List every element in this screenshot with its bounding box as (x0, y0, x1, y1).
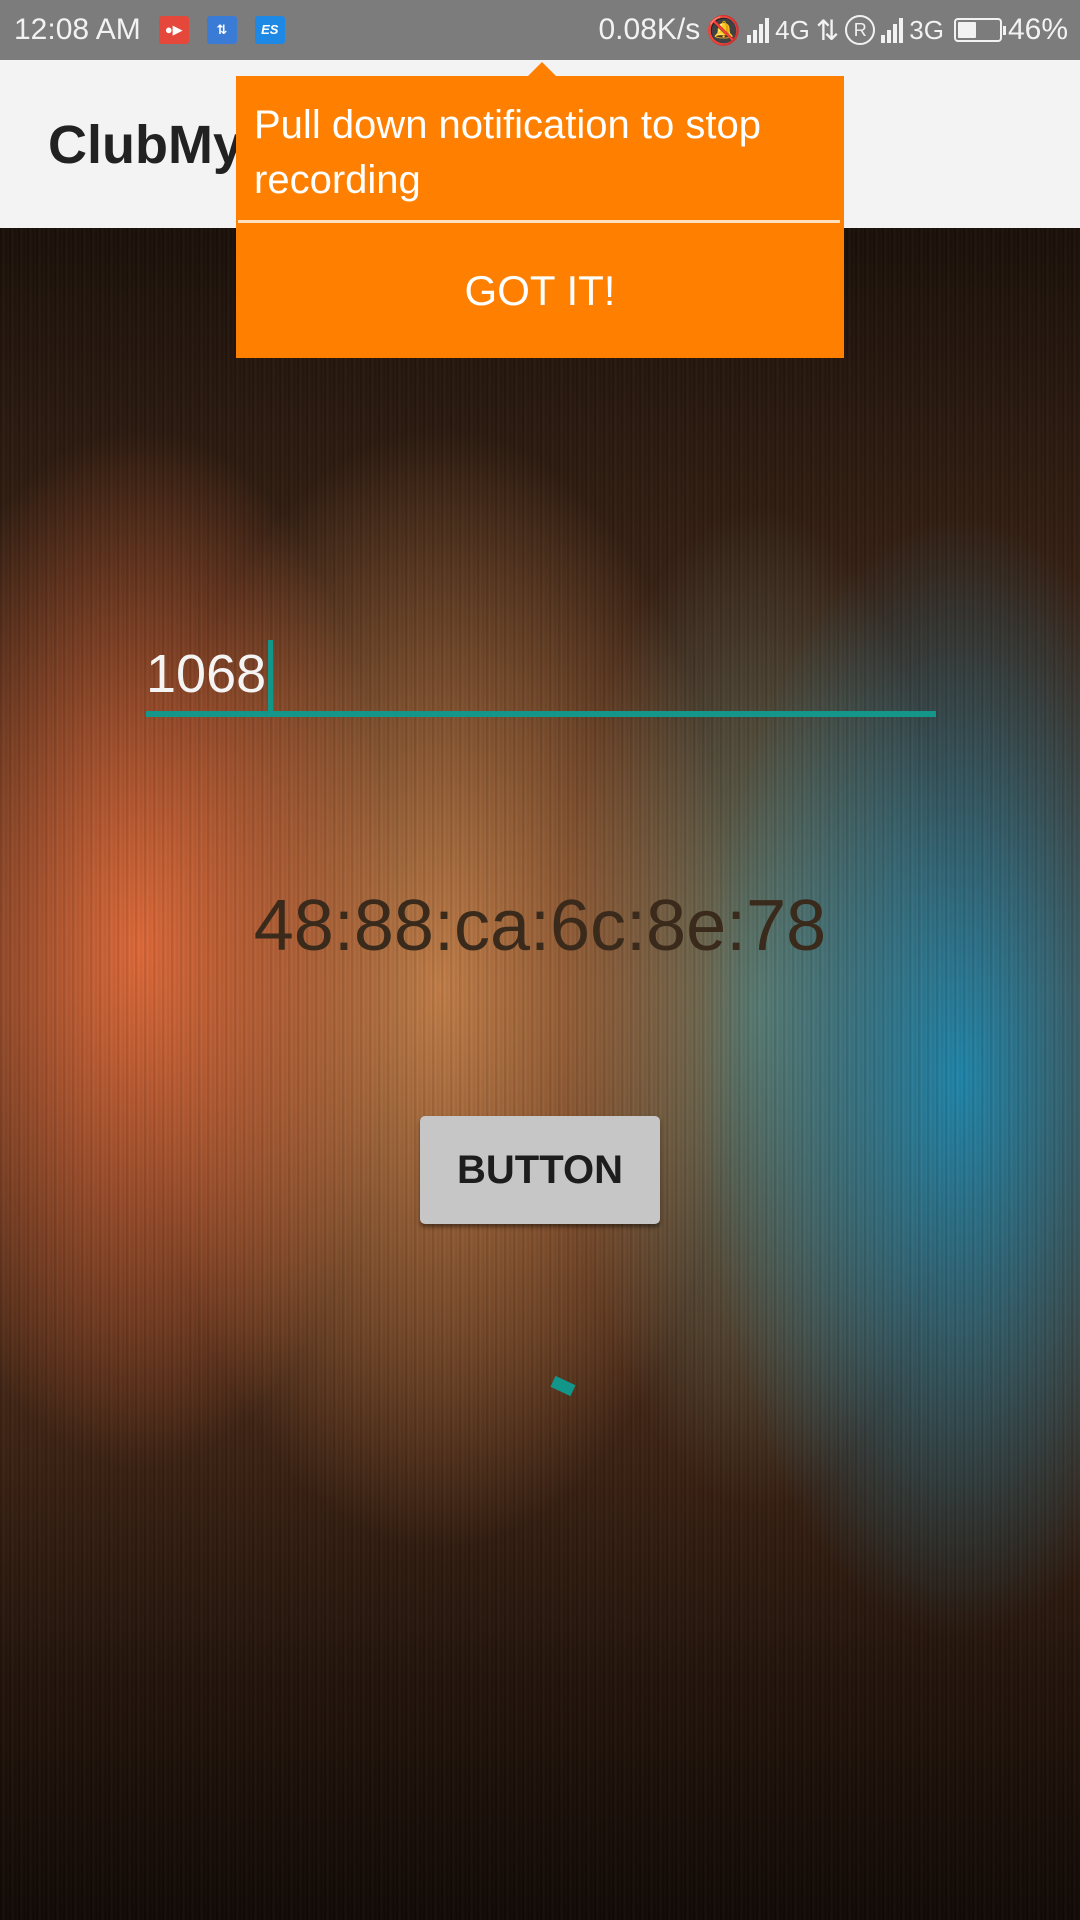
status-time: 12:08 AM (14, 13, 141, 46)
network-type-1: 4G (775, 14, 810, 45)
battery-fill (957, 22, 977, 38)
tooltip-arrow (528, 62, 556, 76)
recording-tooltip: Pull down notification to stop recording… (236, 76, 844, 358)
input-underline (146, 711, 936, 717)
app-title: ClubMy (48, 115, 238, 175)
tooltip-divider (238, 220, 840, 223)
network-type-2: 3G (909, 14, 944, 45)
input-value: 1068 (146, 644, 267, 704)
input-value-wrapper: 1068 (146, 640, 274, 712)
status-bar: 12:08 AM ●▶ ⇅ ES 0.08K/s 🔕 4G ⇅ R 3G 46% (0, 0, 1080, 60)
signal-icon-2 (881, 17, 904, 43)
sync-icon: ⇅ (206, 16, 237, 44)
battery-icon (953, 18, 1006, 42)
silent-bell-icon: 🔕 (706, 14, 742, 46)
tooltip-message: Pull down notification to stop recording (254, 103, 761, 202)
roaming-icon: R (845, 15, 876, 45)
mac-address-label: 48:88:ca:6c:8e:78 (253, 886, 827, 966)
main-button[interactable]: BUTTON (420, 1116, 660, 1224)
net-speed: 0.08K/s (598, 13, 701, 46)
got-it-button[interactable]: GOT IT! (236, 224, 844, 358)
number-input[interactable]: 1068 (146, 640, 936, 720)
status-right: 0.08K/s 🔕 4G ⇅ R 3G 46% (599, 0, 1069, 60)
signal-icon (747, 17, 770, 43)
app-screen: 12:08 AM ●▶ ⇅ ES 0.08K/s 🔕 4G ⇅ R 3G 46%… (0, 0, 1080, 1920)
battery-percent: 46% (1007, 13, 1068, 46)
text-cursor (268, 640, 274, 712)
screen-recorder-icon: ●▶ (158, 16, 189, 44)
wallpaper-background (0, 228, 1080, 1920)
es-file-explorer-icon: ES (254, 16, 285, 44)
status-left: 12:08 AM ●▶ ⇅ ES (14, 0, 303, 60)
data-arrows-icon: ⇅ (815, 14, 840, 46)
